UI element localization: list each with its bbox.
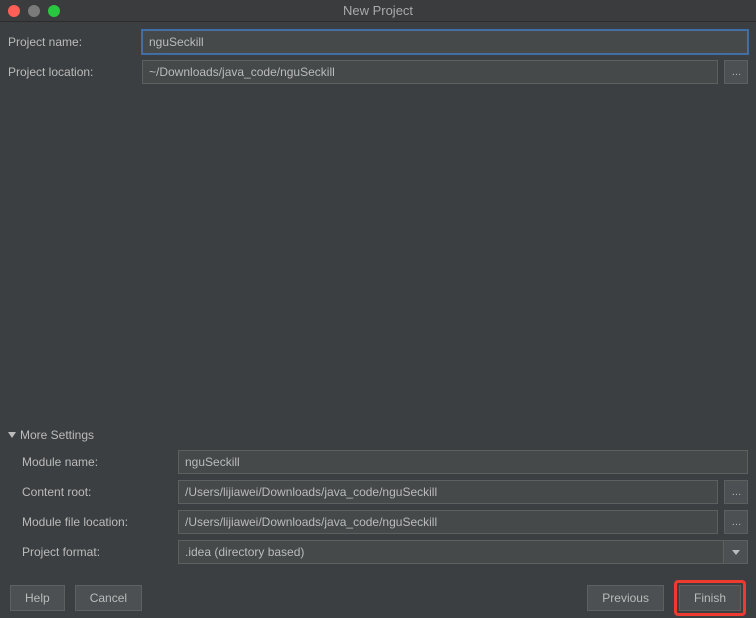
titlebar: New Project bbox=[0, 0, 756, 22]
content-root-label: Content root: bbox=[8, 485, 172, 499]
more-settings-label: More Settings bbox=[20, 428, 94, 442]
finish-highlight-annotation: Finish bbox=[674, 580, 746, 616]
help-button[interactable]: Help bbox=[10, 585, 65, 611]
module-file-location-input[interactable] bbox=[178, 510, 718, 534]
project-name-label: Project name: bbox=[8, 35, 136, 49]
browse-location-button[interactable]: … bbox=[724, 60, 748, 84]
ellipsis-icon: … bbox=[732, 517, 741, 528]
project-name-row: Project name: bbox=[8, 30, 748, 54]
module-file-location-row: Module file location: … bbox=[8, 510, 748, 534]
module-name-row: Module name: bbox=[8, 450, 748, 474]
content-root-input[interactable] bbox=[178, 480, 718, 504]
finish-button[interactable]: Finish bbox=[679, 585, 741, 611]
project-format-value[interactable] bbox=[178, 540, 724, 564]
project-location-label: Project location: bbox=[8, 65, 136, 79]
module-name-input[interactable] bbox=[178, 450, 748, 474]
project-format-row: Project format: bbox=[8, 540, 748, 564]
browse-content-root-button[interactable]: … bbox=[724, 480, 748, 504]
project-name-input[interactable] bbox=[142, 30, 748, 54]
chevron-down-icon bbox=[8, 432, 16, 438]
content-area: Project name: Project location: … More S… bbox=[0, 22, 756, 578]
minimize-icon bbox=[28, 5, 40, 17]
module-name-label: Module name: bbox=[8, 455, 172, 469]
footer-bar: Help Cancel Previous Finish bbox=[0, 578, 756, 618]
project-format-dropdown-button[interactable] bbox=[724, 540, 748, 564]
cancel-button[interactable]: Cancel bbox=[75, 585, 142, 611]
project-format-select[interactable] bbox=[178, 540, 748, 564]
previous-button[interactable]: Previous bbox=[587, 585, 664, 611]
ellipsis-icon: … bbox=[732, 67, 741, 78]
ellipsis-icon: … bbox=[732, 487, 741, 498]
close-icon[interactable] bbox=[8, 5, 20, 17]
spacer bbox=[8, 90, 748, 428]
project-location-input[interactable] bbox=[142, 60, 718, 84]
module-file-location-label: Module file location: bbox=[8, 515, 172, 529]
project-format-label: Project format: bbox=[8, 545, 172, 559]
project-location-row: Project location: … bbox=[8, 60, 748, 84]
more-settings-toggle[interactable]: More Settings bbox=[8, 428, 748, 442]
window-controls bbox=[0, 5, 60, 17]
content-root-row: Content root: … bbox=[8, 480, 748, 504]
chevron-down-icon bbox=[732, 550, 740, 555]
window-title: New Project bbox=[0, 3, 756, 18]
browse-module-file-button[interactable]: … bbox=[724, 510, 748, 534]
maximize-icon[interactable] bbox=[48, 5, 60, 17]
more-settings-section: More Settings Module name: Content root:… bbox=[8, 428, 748, 570]
